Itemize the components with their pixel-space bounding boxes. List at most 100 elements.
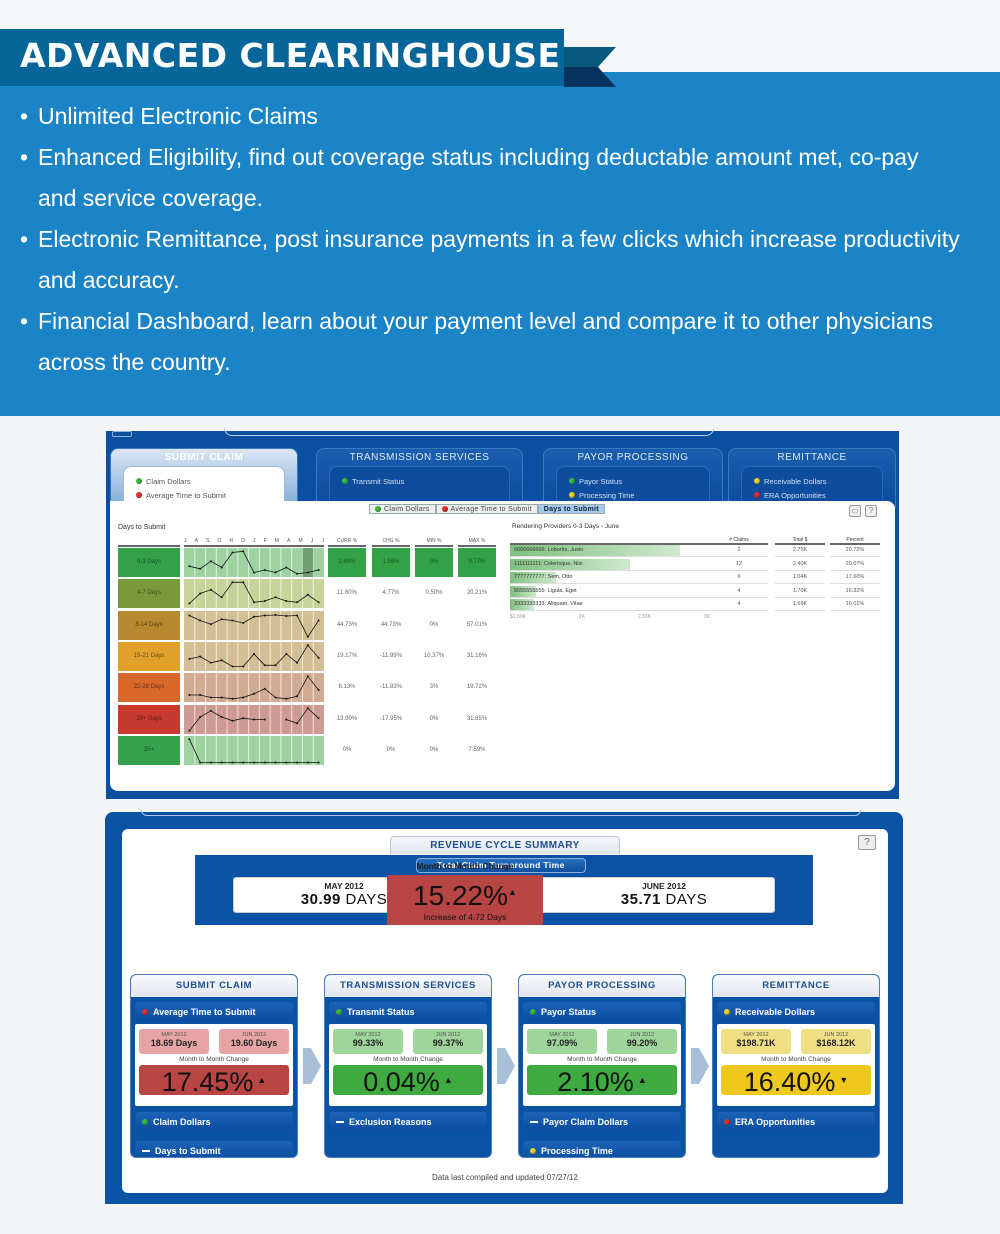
sparkline-point — [242, 716, 245, 719]
feature-text: Financial Dashboard, learn about your pa… — [38, 308, 933, 334]
status-green-icon — [336, 1009, 342, 1015]
card-remittance: REMITTANCE Receivable Dollars MAY 2012 $198… — [712, 974, 880, 1158]
month-tick: A — [287, 538, 291, 544]
tab-item-payor-status[interactable]: Payor Status — [569, 474, 709, 488]
sparkline-point — [253, 692, 255, 695]
month-tick: S — [206, 538, 210, 544]
toggle-label: Claim Dollars — [384, 505, 430, 513]
trend-sparkline — [184, 704, 324, 734]
metric-max: 31.85% — [466, 715, 488, 722]
sparkline-point — [220, 566, 223, 569]
tab-submit-claim[interactable]: SUBMIT CLAIM Claim Dollars Average Time … — [110, 448, 298, 508]
provider-row[interactable]: 1111111111: Celerisque, Nisi — [510, 558, 710, 571]
trend-sparkline — [184, 548, 324, 577]
sparkline-point — [285, 697, 288, 700]
tab-item-claim-dollars[interactable]: Claim Dollars — [136, 474, 284, 488]
days-bucket-row[interactable]: 29+ Days 13.90% -17.95% 0% 31.85% — [118, 704, 498, 734]
card-metric-item[interactable]: Receivable Dollars — [717, 1002, 875, 1022]
sparkline-point — [188, 729, 191, 732]
sparkline-background — [184, 579, 324, 609]
provider-claims: 12 — [710, 558, 768, 571]
tab-item-processing-time[interactable]: Processing Time — [569, 488, 709, 502]
tab-title: TRANSMISSION SERVICES — [349, 452, 490, 463]
metric-body: MAY 2012 97.09% JUN 2012 99.20% Month to Mon… — [523, 1024, 681, 1106]
provider-claims: 4 — [710, 585, 768, 598]
status-yellow-icon — [530, 1148, 536, 1154]
card-metric-item[interactable]: Average Time to Submit — [135, 1002, 293, 1022]
sparkline-point — [209, 661, 212, 664]
card-link-item[interactable]: Payor Claim Dollars — [523, 1112, 681, 1132]
days-bucket-row[interactable]: 35+ 0% 0% 0% 7.59% — [118, 735, 498, 765]
tab-item-label: Average Time to Submit — [146, 490, 226, 500]
metric-max: 9.77% — [458, 548, 496, 577]
card-link-item[interactable]: ERA Opportunities — [717, 1112, 875, 1132]
tab-item-transmit-status[interactable]: Transmit Status — [342, 474, 509, 488]
sparkline-point — [317, 569, 320, 571]
item-label: Payor Claim Dollars — [543, 1117, 629, 1127]
metric-chg: -11.99% — [380, 652, 402, 659]
dash-icon — [530, 1121, 538, 1123]
sparkline-point — [296, 572, 299, 575]
toggle-average-time[interactable]: Average Time to Submit — [435, 504, 538, 514]
days-bucket-row[interactable]: 4-7 Days 11.60% 4.77% 0.50% 20.21% — [118, 579, 498, 609]
month-value: 99.37% — [432, 1038, 464, 1048]
metric-curr: 13.90% — [336, 715, 358, 722]
status-green-icon — [569, 478, 575, 484]
revenue-cycle-summary-tab[interactable]: REVENUE CYCLE SUMMARY — [390, 836, 620, 854]
status-yellow-icon — [754, 478, 760, 484]
change-note: Increase of 4.72 Days — [423, 912, 507, 922]
status-green-icon — [530, 1009, 536, 1015]
feature-text-cont: across the country. — [38, 349, 231, 375]
section-title: Days to Submit — [118, 524, 166, 531]
card-link-item[interactable]: Exclusion Reasons — [329, 1112, 487, 1132]
help-icon[interactable]: ? — [865, 505, 877, 517]
month-value: 97.09% — [546, 1038, 578, 1048]
card-link-item[interactable]: Claim Dollars — [135, 1112, 293, 1132]
provider-row[interactable]: 5555555555: Ligula, Eget — [510, 585, 710, 598]
days-bucket-row[interactable]: 22-28 Days 8.13% -11.83% 3% 19.72% — [118, 673, 498, 703]
metric-min: 10.37% — [423, 652, 445, 659]
card-metric-item[interactable]: Payor Status — [523, 1002, 681, 1022]
feature-item: Electronic Remittance, post insurance pa… — [20, 219, 990, 301]
sparkline-point — [231, 581, 234, 584]
tab-item-era-opportunities[interactable]: ERA Opportunities — [754, 488, 882, 502]
change-box: 2.10% ▲ — [527, 1065, 677, 1097]
month-tick: O — [217, 538, 222, 544]
tab-payor-processing[interactable]: PAYOR PROCESSING Payor Status Processing… — [543, 448, 723, 508]
feature-text-cont: and accuracy. — [38, 267, 180, 293]
toggle-days-to-submit[interactable]: Days to Submit — [537, 504, 605, 514]
provider-row[interactable]: 7777777777: Sem, Otto — [510, 571, 710, 584]
feature-item: Financial Dashboard, learn about your pa… — [20, 301, 990, 383]
tab-item-receivable-dollars[interactable]: Receivable Dollars — [754, 474, 882, 488]
change-value: 15.22% — [413, 880, 509, 911]
days-bucket-row[interactable]: 15-21 Days 19.17% -11.99% 10.37% 31.16% — [118, 641, 498, 671]
sparkline-point — [263, 761, 266, 764]
trend-sparkline — [184, 579, 324, 609]
flow-arrow-shape — [691, 1048, 709, 1084]
days-bucket-row[interactable]: 0-3 Days 2.48% 1.59% 0% 9.77% — [118, 548, 498, 577]
change-value: 17.45% — [161, 1067, 254, 1097]
status-green-icon — [375, 506, 381, 512]
last-updated-note: Data last compiled and updated 07/27/12 — [432, 1173, 578, 1182]
home-button[interactable] — [112, 431, 132, 437]
days-bucket-row[interactable]: 8-14 Days 44.73% 44.73% 0% 57.01% — [118, 610, 498, 640]
tab-item-average-time[interactable]: Average Time to Submit — [136, 488, 284, 502]
help-icon[interactable]: ? — [858, 835, 876, 850]
bucket-label: 22-28 Days — [118, 673, 180, 703]
tab-transmission-services[interactable]: TRANSMISSION SERVICES Transmit Status — [316, 448, 523, 508]
month-tick: F — [263, 538, 267, 544]
card-link-item[interactable]: Processing Time — [523, 1141, 681, 1157]
header-rule — [510, 543, 710, 545]
top-nav-bar — [224, 428, 714, 436]
export-icon[interactable]: ▭ — [849, 505, 861, 517]
card-link-item[interactable]: Days to Submit — [135, 1141, 293, 1157]
toggle-claim-dollars[interactable]: Claim Dollars — [369, 504, 436, 514]
ribbon-tail-icon — [564, 47, 616, 87]
provider-row[interactable]: 3333333333: Aliquam, Vitae — [510, 598, 710, 611]
metric-max: 31.16% — [466, 652, 488, 659]
provider-row[interactable]: 6666666666: Lobortis, Justo — [510, 544, 710, 557]
card-metric-item[interactable]: Transmit Status — [329, 1002, 487, 1022]
sparkline-point — [209, 622, 212, 625]
provider-total: 2.40K — [775, 558, 825, 571]
tab-remittance[interactable]: REMITTANCE Receivable Dollars ERA Opport… — [728, 448, 896, 508]
